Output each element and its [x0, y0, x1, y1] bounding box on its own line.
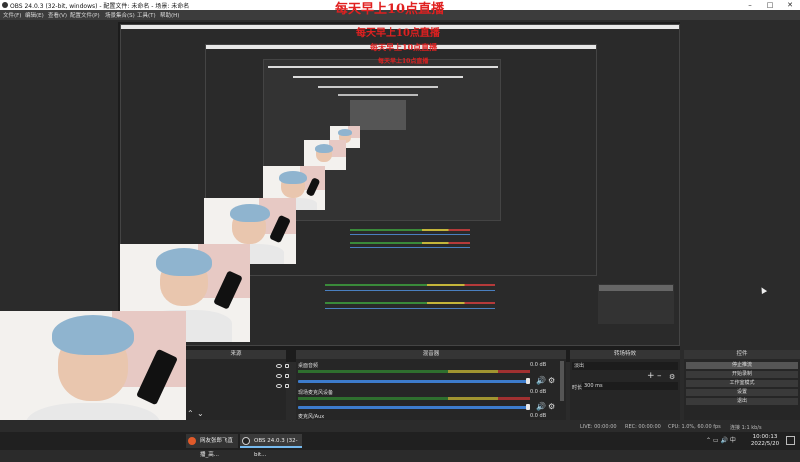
source-move-down-icon[interactable]: ⌄ — [197, 409, 204, 418]
settings-button[interactable]: 设置 — [686, 389, 798, 396]
eye-icon[interactable] — [276, 374, 282, 378]
notification-icon[interactable] — [786, 436, 795, 445]
nested-meter — [350, 242, 470, 244]
tunnel-bar — [293, 76, 463, 78]
nested-slider — [325, 308, 495, 309]
gear-icon[interactable]: ⚙ — [548, 402, 555, 411]
obs-logo-icon — [2, 2, 8, 8]
nested-banner: 每天早上10点直播 — [378, 58, 429, 65]
gear-icon[interactable]: ⚙ — [548, 376, 555, 385]
close-button[interactable]: ✕ — [780, 0, 800, 10]
tunnel-bar — [338, 94, 418, 96]
controls-header: 控件 — [684, 350, 800, 359]
studio-mode-button[interactable]: 工作室模式 — [686, 380, 798, 387]
speaker-icon[interactable]: 🔊 — [536, 376, 546, 385]
mixer-scrollbar[interactable] — [560, 361, 564, 401]
eye-icon[interactable] — [276, 384, 282, 388]
taskbar-item-obs[interactable]: OBS 24.0.3 (32-bit... — [240, 434, 302, 458]
lock-icon[interactable] — [285, 364, 289, 368]
mixer-channel-name: 桌面音频 — [298, 363, 319, 369]
nested-banner: 每天早上10点直播 — [356, 28, 440, 39]
mixer-channel-name: 现场麦克风设备 — [298, 390, 334, 396]
menu-view[interactable]: 查看(V) — [48, 11, 67, 19]
sources-header: 来源 — [186, 350, 286, 359]
audio-meter — [298, 370, 530, 373]
duration-label: 时长 — [572, 385, 583, 391]
start-recording-button[interactable]: 开始录制 — [686, 371, 798, 378]
mixer-channel-db: 0.0 dB — [530, 362, 547, 368]
volume-slider[interactable] — [298, 406, 530, 409]
live-banner: 每天早上10点直播 — [335, 2, 445, 17]
mixer-channel-db: 0.0 dB — [530, 413, 547, 419]
mouse-cursor-icon — [758, 285, 768, 295]
mixer-channel-name: 麦克风/Aux — [298, 414, 325, 420]
mixer-channel-db: 0.0 dB — [530, 389, 547, 395]
nested-meter — [350, 229, 470, 231]
window-title: OBS 24.0.3 (32-bit, windows) - 配置文件: 未命名… — [10, 3, 190, 10]
menu-help[interactable]: 帮助(H) — [160, 11, 179, 19]
remove-transition-button[interactable]: – — [657, 371, 662, 381]
exit-button[interactable]: 退出 — [686, 398, 798, 405]
taskbar-item-label: OBS 24.0.3 (32-bit... — [254, 438, 298, 458]
stream-status: 连接 1:1 kb/s — [730, 425, 762, 431]
menu-profile[interactable]: 配置文件(P) — [70, 11, 100, 19]
menu-tools[interactable]: 工具(T) — [137, 11, 156, 19]
tunnel-bar — [268, 66, 498, 68]
clock-date[interactable]: 2022/5/20 — [750, 441, 780, 447]
live-time: LIVE: 00:00:00 — [580, 424, 617, 430]
nested-banner: 每天早上10点直播 — [370, 42, 438, 52]
gear-icon[interactable]: ⚙ — [669, 373, 675, 381]
transitions-header: 转场特效 — [570, 350, 680, 359]
transition-select[interactable]: 淡出 — [572, 362, 678, 370]
eye-icon[interactable] — [276, 364, 282, 368]
lock-icon[interactable] — [285, 374, 289, 378]
tunnel-bar — [318, 86, 438, 88]
maximize-button[interactable]: □ — [760, 0, 780, 10]
mixer-header: 混音器 — [296, 350, 566, 359]
taskbar-item-browser[interactable]: 网友张郎飞直播_高... — [186, 434, 238, 458]
minimize-button[interactable]: – — [740, 0, 760, 10]
taskbar-item-label: 网友张郎飞直播_高... — [200, 438, 234, 458]
taskbar: 网友张郎飞直播_高... OBS 24.0.3 (32-bit... ⌃ ▭ 🔊… — [0, 432, 800, 458]
volume-slider[interactable] — [298, 380, 530, 383]
nested-meter — [325, 284, 495, 286]
nested-slider — [350, 247, 470, 248]
volume-knob[interactable] — [526, 378, 530, 384]
menu-edit[interactable]: 编辑(E) — [25, 11, 44, 19]
menu-scene-collection[interactable]: 场景集合(S) — [105, 11, 135, 19]
menu-file[interactable]: 文件(F) — [3, 11, 21, 19]
nested-slider — [325, 290, 495, 291]
tray-icons[interactable]: ⌃ ▭ 🔊 中 — [706, 435, 736, 444]
duration-input[interactable]: 300 ms — [582, 382, 678, 390]
volume-knob[interactable] — [526, 404, 530, 410]
browser-icon — [188, 437, 196, 445]
nested-meter — [325, 302, 495, 304]
cpu-fps: CPU: 1.0%, 60.00 fps — [668, 424, 721, 430]
status-bar: LIVE: 00:00:00 REC: 00:00:00 CPU: 1.0%, … — [0, 420, 800, 432]
stop-streaming-button[interactable]: 停止推流 — [686, 362, 798, 369]
nested-control-highlight — [599, 285, 673, 291]
source-move-up-icon[interactable]: ⌃ — [187, 409, 194, 418]
nested-slider — [350, 234, 470, 235]
obs-icon — [242, 437, 250, 445]
rec-time: REC: 00:00:00 — [625, 424, 661, 430]
lock-icon[interactable] — [285, 384, 289, 388]
speaker-icon[interactable]: 🔊 — [536, 402, 546, 411]
add-transition-button[interactable]: + — [647, 371, 655, 381]
audio-meter — [298, 397, 530, 400]
clock-time[interactable]: 10:00:13 — [752, 434, 778, 440]
